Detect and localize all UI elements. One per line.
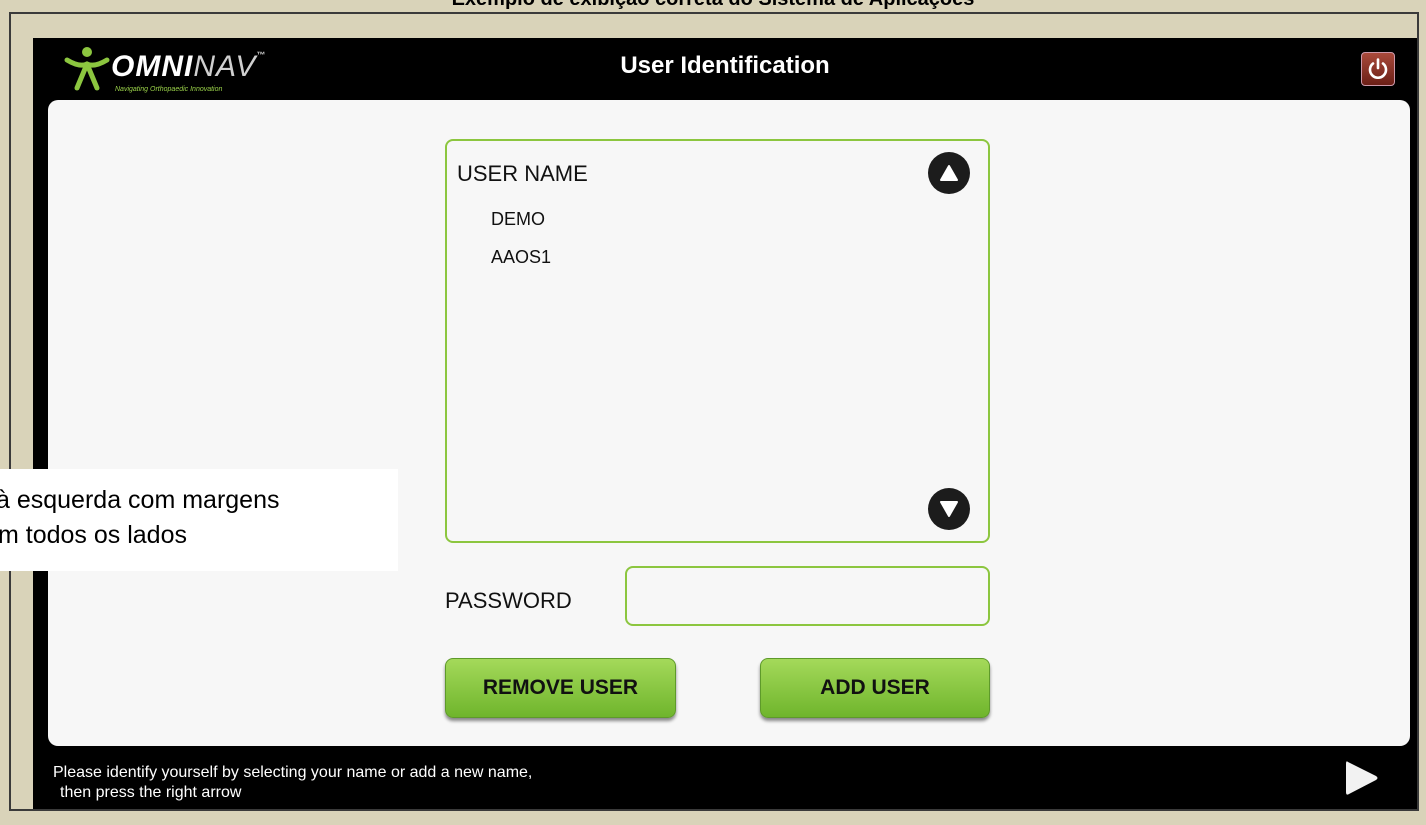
power-button[interactable] [1361,52,1395,86]
page-title: User Identification [620,52,830,79]
scroll-down-button[interactable] [928,488,970,530]
status-line-1: Please identify yourself by selecting yo… [53,764,533,781]
power-icon [1368,58,1388,79]
overlay-note-line-2: m todos os lados [0,521,187,549]
scroll-up-button[interactable] [928,152,970,194]
triangle-down-icon [940,501,958,517]
app-window: OMNINAV™ Navigating Orthopaedic Innovati… [33,38,1417,809]
status-message: Please identify yourself by selecting yo… [53,763,532,803]
header-bar: OMNINAV™ Navigating Orthopaedic Innovati… [33,38,1417,100]
user-list-item[interactable]: DEMO [491,207,551,245]
add-user-button[interactable]: ADD USER [760,658,990,718]
next-arrow-button[interactable] [1338,756,1382,800]
brand-tagline: Navigating Orthopaedic Innovation [115,86,223,93]
remove-user-button[interactable]: REMOVE USER [445,658,676,718]
password-field[interactable] [625,566,990,626]
user-list-item[interactable]: AAOS1 [491,245,551,283]
content-panel: USER NAME DEMO AAOS1 PASSWORD REMOVE USE… [48,100,1410,746]
user-list-box: USER NAME DEMO AAOS1 [445,139,990,543]
overlay-note-line-1: à esquerda com margens [0,486,280,514]
password-label: PASSWORD [445,588,572,613]
triangle-up-icon [940,165,958,181]
user-name-heading: USER NAME [457,161,588,186]
status-line-2: then press the right arrow [60,784,242,801]
overlay-note-box: à esquerda com margens m todos os lados [0,469,398,571]
document-caption: Exemplo de exibição correta do Sistema d… [0,0,1426,11]
user-list: DEMO AAOS1 [491,207,551,283]
arrow-right-icon [1346,761,1378,795]
